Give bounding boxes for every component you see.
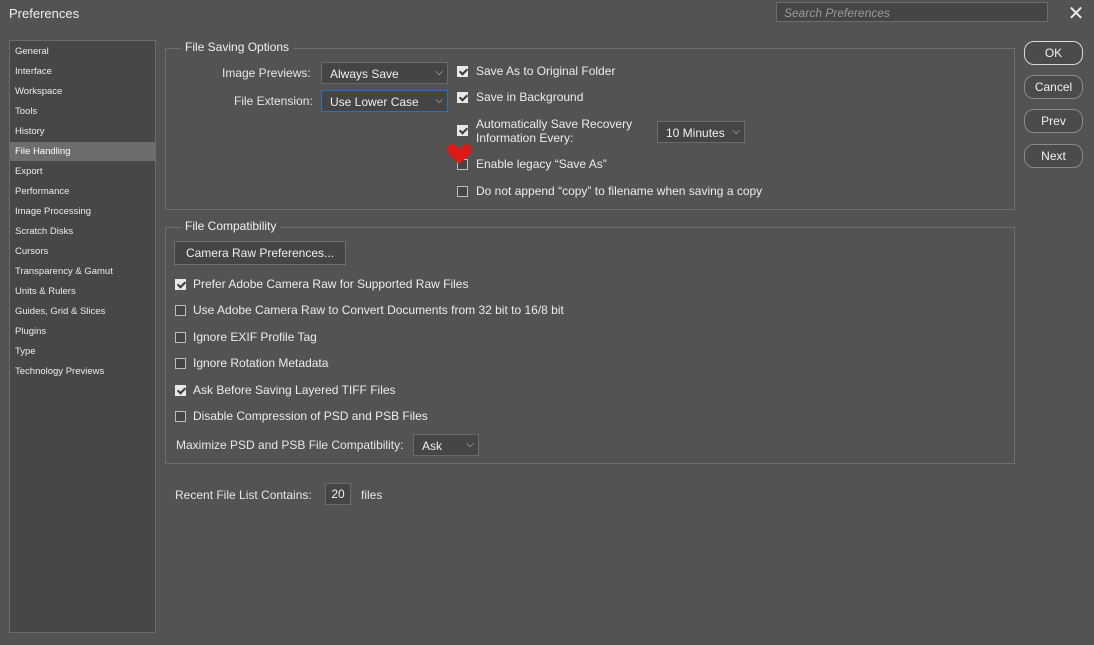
sidebar-item-general[interactable]: General — [10, 42, 155, 61]
file-extension-label: File Extension: — [234, 94, 313, 108]
sidebar-item-type[interactable]: Type — [10, 342, 155, 361]
file-saving-options-legend: File Saving Options — [181, 40, 294, 54]
no-copy-suffix-checkbox[interactable] — [457, 186, 468, 197]
sidebar-item-transparency-gamut[interactable]: Transparency & Gamut — [10, 262, 155, 281]
chevron-down-icon: ⌵ — [732, 126, 740, 137]
sidebar-item-history[interactable]: History — [10, 122, 155, 141]
no-copy-suffix-label: Do not append “copy” to filename when sa… — [476, 184, 763, 198]
file-extension-select[interactable]: Use Lower Case ⌵ — [321, 90, 448, 112]
image-previews-value: Always Save — [330, 67, 399, 81]
chevron-down-icon: ⌵ — [435, 95, 443, 106]
save-background-checkbox[interactable] — [457, 92, 468, 103]
close-icon[interactable]: ✕ — [1065, 3, 1087, 25]
sidebar-item-image-processing[interactable]: Image Processing — [10, 202, 155, 221]
ignore-exif-label: Ignore EXIF Profile Tag — [193, 330, 317, 344]
sidebar-item-plugins[interactable]: Plugins — [10, 322, 155, 341]
camera-raw-convert-checkbox[interactable] — [175, 305, 186, 316]
window-title: Preferences — [9, 6, 80, 21]
sidebar-item-units-rulers[interactable]: Units & Rulers — [10, 282, 155, 301]
sidebar-item-export[interactable]: Export — [10, 162, 155, 181]
recent-files-unit: files — [361, 488, 383, 502]
sidebar-item-cursors[interactable]: Cursors — [10, 242, 155, 261]
disable-compression-checkbox[interactable] — [175, 411, 186, 422]
maximize-compat-value: Ask — [422, 439, 443, 453]
sidebar-item-interface[interactable]: Interface — [10, 62, 155, 81]
auto-save-interval-select[interactable]: 10 Minutes ⌵ — [657, 121, 745, 143]
recent-files-input[interactable]: 20 — [325, 483, 351, 505]
image-previews-select[interactable]: Always Save ⌵ — [321, 62, 448, 84]
prev-button[interactable]: Prev — [1024, 109, 1083, 133]
search-placeholder: Search Preferences — [784, 6, 891, 20]
sidebar-item-tools[interactable]: Tools — [10, 102, 155, 121]
prefer-camera-raw-label: Prefer Adobe Camera Raw for Supported Ra… — [193, 277, 469, 291]
save-original-folder-label: Save As to Original Folder — [476, 64, 616, 78]
save-background-label: Save in Background — [476, 90, 584, 104]
sidebar: General Interface Workspace Tools Histor… — [9, 40, 156, 633]
cancel-button[interactable]: Cancel — [1024, 75, 1083, 99]
ask-layered-tiff-label: Ask Before Saving Layered TIFF Files — [193, 383, 396, 397]
legacy-save-as-label: Enable legacy “Save As” — [476, 157, 607, 171]
heart-icon — [446, 144, 472, 164]
sidebar-item-file-handling[interactable]: File Handling — [10, 142, 155, 161]
auto-save-interval-value: 10 Minutes — [666, 126, 725, 140]
prefer-camera-raw-checkbox[interactable] — [175, 279, 186, 290]
chevron-down-icon: ⌵ — [435, 67, 443, 78]
recent-files-label: Recent File List Contains: — [175, 488, 312, 502]
image-previews-label: Image Previews: — [222, 66, 311, 80]
auto-save-label-line1: Automatically Save Recovery — [476, 117, 633, 131]
camera-raw-preferences-button[interactable]: Camera Raw Preferences... — [174, 241, 346, 265]
sidebar-item-technology-previews[interactable]: Technology Previews — [10, 362, 155, 381]
disable-compression-label: Disable Compression of PSD and PSB Files — [193, 409, 428, 423]
sidebar-item-scratch-disks[interactable]: Scratch Disks — [10, 222, 155, 241]
sidebar-item-workspace[interactable]: Workspace — [10, 82, 155, 101]
maximize-compat-select[interactable]: Ask ⌵ — [413, 434, 479, 456]
search-input[interactable]: Search Preferences — [776, 2, 1048, 22]
auto-save-label-line2: Information Every: — [476, 131, 574, 145]
file-compatibility-legend: File Compatibility — [181, 219, 281, 233]
ignore-exif-checkbox[interactable] — [175, 332, 186, 343]
next-button[interactable]: Next — [1024, 144, 1083, 168]
ignore-rotation-checkbox[interactable] — [175, 358, 186, 369]
camera-raw-convert-label: Use Adobe Camera Raw to Convert Document… — [193, 303, 564, 317]
ask-layered-tiff-checkbox[interactable] — [175, 385, 186, 396]
chevron-down-icon: ⌵ — [466, 439, 474, 450]
ok-button[interactable]: OK — [1024, 41, 1083, 65]
save-original-folder-checkbox[interactable] — [457, 66, 468, 77]
file-extension-value: Use Lower Case — [330, 95, 419, 109]
title-bar: Preferences Search Preferences ✕ — [0, 0, 1094, 27]
sidebar-item-guides-grid-slices[interactable]: Guides, Grid & Slices — [10, 302, 155, 321]
sidebar-item-performance[interactable]: Performance — [10, 182, 155, 201]
auto-save-checkbox[interactable] — [457, 125, 468, 136]
maximize-compat-label: Maximize PSD and PSB File Compatibility: — [176, 438, 404, 452]
ignore-rotation-label: Ignore Rotation Metadata — [193, 356, 329, 370]
